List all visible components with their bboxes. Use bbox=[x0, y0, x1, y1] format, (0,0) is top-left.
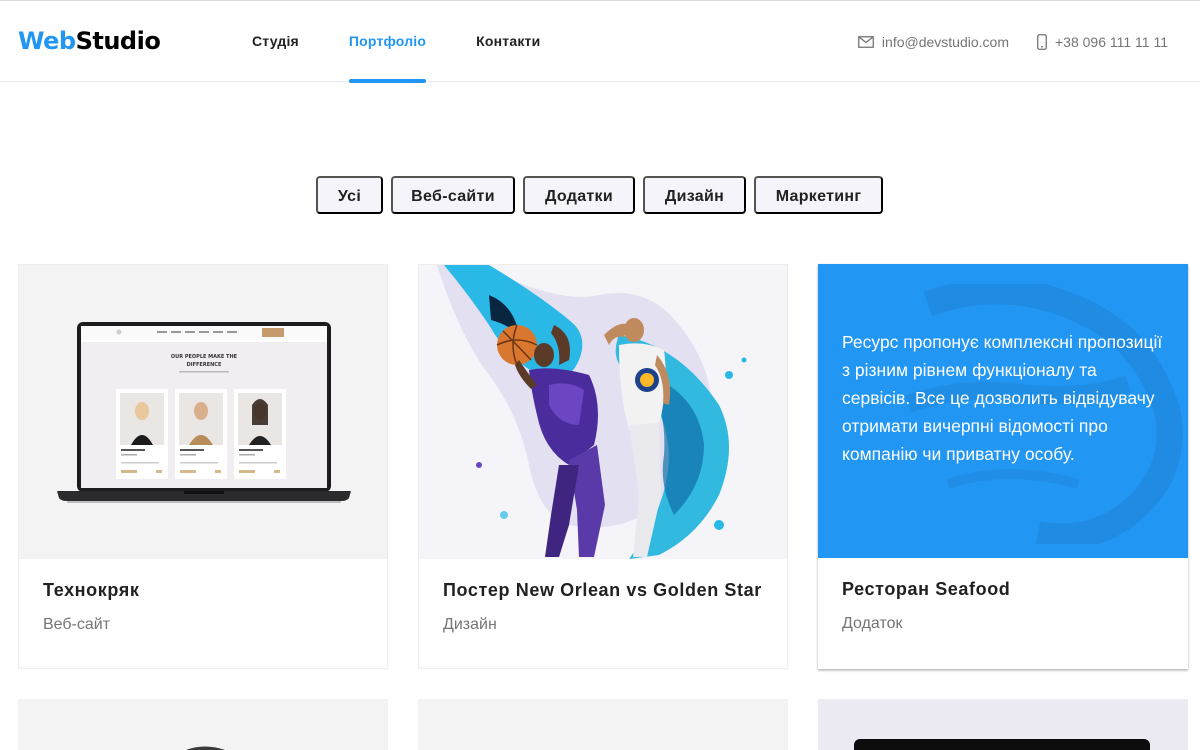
mail-icon bbox=[858, 35, 874, 48]
site-header: WebStudio Студія Портфоліо Контакти info… bbox=[0, 0, 1200, 83]
card-title: Постер New Orlean vs Golden Star bbox=[443, 580, 762, 600]
phone-icon bbox=[1037, 33, 1047, 50]
nav-portfolio[interactable]: Портфоліо bbox=[348, 1, 427, 83]
filter-design[interactable]: Дизайн bbox=[643, 176, 746, 214]
card-description: Ресурс пропонує комплексні пропозиції з … bbox=[842, 332, 1163, 464]
portfolio-card-hovered[interactable]: Ресурс пропонує комплексні пропозиції з … bbox=[818, 264, 1188, 669]
filter-websites[interactable]: Веб-сайти bbox=[391, 176, 515, 214]
header-contacts: info@devstudio.com +38 096 111 11 11 bbox=[858, 1, 1168, 82]
nav-studio[interactable]: Студія bbox=[252, 1, 299, 82]
basketball-poster bbox=[419, 265, 787, 559]
card-body: Постер New Orlean vs Golden Star Дизайн bbox=[419, 559, 787, 669]
portfolio-card-peek[interactable] bbox=[18, 699, 388, 750]
email-link[interactable]: info@devstudio.com bbox=[858, 34, 1009, 50]
mockup-headline-1: OUR PEOPLE MAKE THE bbox=[171, 354, 238, 360]
logo[interactable]: WebStudio bbox=[18, 27, 161, 55]
card-category: Веб-сайт bbox=[43, 616, 111, 633]
portfolio-card-peek[interactable] bbox=[818, 699, 1188, 750]
portfolio-card[interactable]: OUR PEOPLE MAKE THE DIFFERENCE Технокряк… bbox=[18, 264, 388, 669]
laptop-mockup: OUR PEOPLE MAKE THE DIFFERENCE bbox=[57, 322, 351, 503]
card-image-partial bbox=[186, 746, 225, 750]
card-image-seafood: Ресурс пропонує комплексні пропозиції з … bbox=[818, 264, 1188, 558]
main-nav: Студія Портфоліо Контакти bbox=[252, 1, 540, 83]
card-image-poster bbox=[419, 265, 787, 559]
card-title: Ресторан Seafood bbox=[842, 579, 1011, 599]
nav-contacts[interactable]: Контакти bbox=[476, 1, 540, 82]
card-image-partial bbox=[854, 739, 1150, 750]
phone-text: +38 096 111 11 11 bbox=[1054, 33, 1168, 50]
filter-apps[interactable]: Додатки bbox=[523, 176, 635, 214]
card-body: Технокряк Веб-сайт bbox=[19, 559, 387, 669]
card-category: Дизайн bbox=[443, 616, 497, 633]
phone-link[interactable]: +38 096 111 11 11 bbox=[1037, 34, 1168, 50]
card-body: Ресторан Seafood Додаток bbox=[818, 558, 1188, 668]
filter-all[interactable]: Усі bbox=[316, 176, 383, 214]
card-title: Технокряк bbox=[43, 580, 140, 600]
card-overlay: Ресурс пропонує комплексні пропозиції з … bbox=[818, 264, 1188, 558]
email-text: info@devstudio.com bbox=[881, 33, 1009, 50]
portfolio-card[interactable]: Постер New Orlean vs Golden Star Дизайн bbox=[418, 264, 788, 669]
portfolio-filters: Усі Веб-сайти Додатки Дизайн Маркетинг bbox=[316, 176, 883, 214]
logo-web: Web bbox=[18, 27, 76, 55]
portfolio-card-peek[interactable] bbox=[418, 699, 788, 750]
card-image-laptop: OUR PEOPLE MAKE THE DIFFERENCE bbox=[19, 265, 387, 559]
card-category: Додаток bbox=[842, 615, 903, 632]
filter-marketing[interactable]: Маркетинг bbox=[754, 176, 883, 214]
logo-studio: Studio bbox=[75, 27, 161, 55]
mockup-headline-2: DIFFERENCE bbox=[187, 362, 222, 368]
